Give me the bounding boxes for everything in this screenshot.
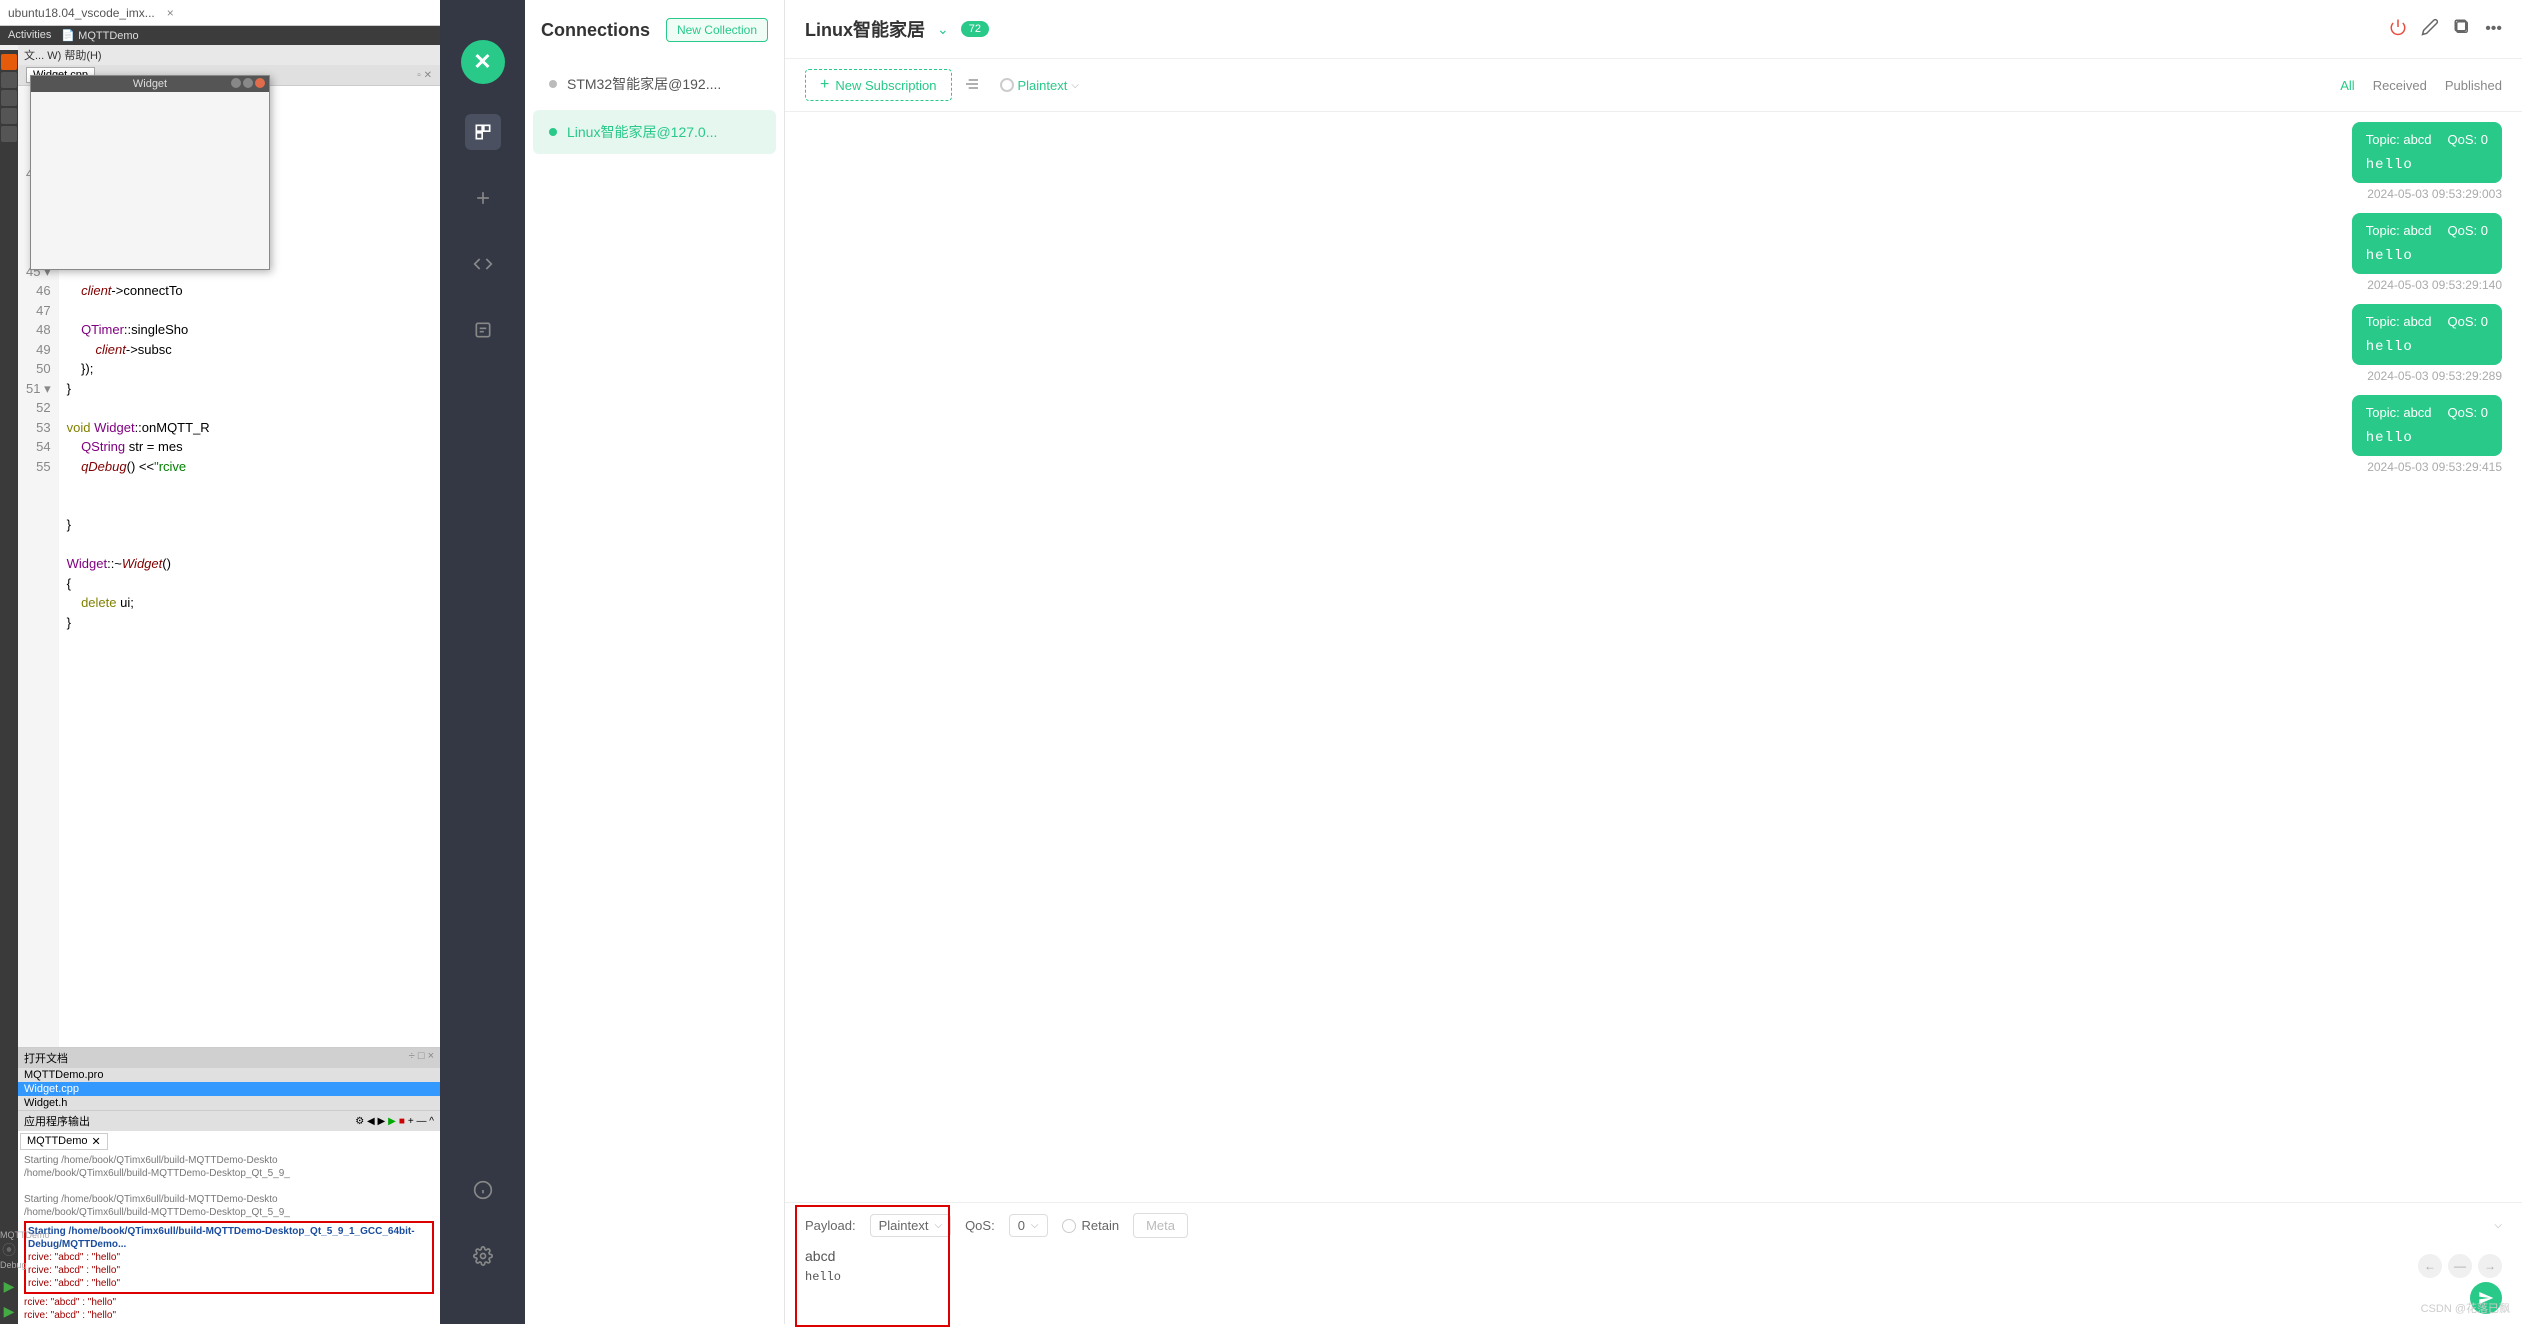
editor-controls[interactable]: ▫ ✕ xyxy=(417,70,432,81)
mqttx-logo-icon[interactable]: ✕ xyxy=(461,40,505,84)
tab-all[interactable]: All xyxy=(2340,78,2354,93)
edit-icon[interactable] xyxy=(2421,18,2439,41)
ubuntu-launcher xyxy=(0,50,18,1304)
launcher-icon[interactable] xyxy=(1,126,17,142)
status-dot-icon xyxy=(549,128,557,136)
chevron-down-icon: ⌵ xyxy=(1031,1220,1039,1231)
ubuntu-top-bar: Activities 📄 MQTTDemo xyxy=(0,26,440,45)
payload-input[interactable]: hello xyxy=(805,1270,2502,1284)
connections-icon[interactable] xyxy=(465,114,501,150)
connection-title: Linux智能家居 xyxy=(805,16,925,42)
browser-tab[interactable]: ubuntu18.04_vscode_imx... × xyxy=(0,0,440,26)
connections-header: Connections New Collection xyxy=(525,0,784,60)
meta-button[interactable]: Meta xyxy=(1133,1213,1188,1238)
message-item[interactable]: Topic: abcdQoS: 0 hello 2024-05-03 09:53… xyxy=(2352,304,2502,391)
topic-input[interactable]: abcd xyxy=(805,1248,2502,1264)
prev-icon[interactable]: ← xyxy=(2418,1254,2442,1278)
collapse-icon[interactable] xyxy=(964,76,980,95)
activities-label[interactable]: Activities xyxy=(8,29,51,42)
connection-item[interactable]: STM32智能家居@192.... xyxy=(533,62,776,106)
retain-checkbox[interactable]: Retain xyxy=(1062,1218,1120,1233)
open-docs-header[interactable]: 打开文档 ÷ □ × xyxy=(18,1048,440,1068)
close-icon[interactable]: ✕ xyxy=(92,1135,101,1148)
next-icon[interactable]: → xyxy=(2478,1254,2502,1278)
message-count-badge: 72 xyxy=(961,21,989,37)
message-item[interactable]: Topic: abcdQoS: 0 hello 2024-05-03 09:53… xyxy=(2352,122,2502,209)
open-documents: 打开文档 ÷ □ × MQTTDemo.proWidget.cppWidget.… xyxy=(18,1047,440,1110)
main-header: Linux智能家居 ⌄ 72 ••• xyxy=(785,0,2522,59)
firefox-icon[interactable] xyxy=(1,54,17,70)
watermark: CSDN @花落已飘 xyxy=(2421,1300,2510,1316)
info-icon[interactable] xyxy=(465,1172,501,1208)
list-item[interactable]: MQTTDemo.pro xyxy=(18,1068,440,1082)
publisher-panel: Payload: Plaintext ⌵ QoS: 0 ⌵ Retain Met… xyxy=(785,1202,2522,1324)
run-icon[interactable]: ▶ xyxy=(0,1278,18,1295)
settings-icon[interactable] xyxy=(465,1238,501,1274)
clear-icon[interactable]: — xyxy=(2448,1254,2472,1278)
close-icon[interactable] xyxy=(255,78,265,88)
minimize-icon[interactable] xyxy=(231,78,241,88)
tab-received[interactable]: Received xyxy=(2373,78,2427,93)
debug-sidebar: MQTTDemo ⦿ Debug ▶ ▶ xyxy=(0,1226,18,1324)
launcher-icon[interactable] xyxy=(1,108,17,124)
menu-bar[interactable]: 文... W) 帮助(H) xyxy=(18,45,440,65)
qos-select[interactable]: 0 ⌵ xyxy=(1009,1214,1048,1237)
circle-icon xyxy=(1000,78,1014,92)
output-text: Starting /home/book/QTimx6ull/build-MQTT… xyxy=(18,1152,440,1324)
chevron-down-icon: ⌵ xyxy=(934,1220,942,1231)
launcher-icon[interactable] xyxy=(1,90,17,106)
subscription-bar: + New Subscription Plaintext ⌵ All Recei… xyxy=(785,59,2522,112)
ide-panel: ubuntu18.04_vscode_imx... × Activities 📄… xyxy=(0,0,440,1324)
list-item[interactable]: Widget.h xyxy=(18,1096,440,1110)
launcher-icon[interactable] xyxy=(1,72,17,88)
power-icon[interactable] xyxy=(2389,18,2407,41)
output-header: 应用程序输出 ⚙ ◀ ▶ ▶ ■ + — ^ xyxy=(18,1111,440,1131)
chevron-down-icon[interactable]: ⌵ xyxy=(2494,1220,2502,1231)
output-panel: 应用程序输出 ⚙ ◀ ▶ ▶ ■ + — ^ MQTTDemo ✕ Starti… xyxy=(18,1110,440,1324)
payload-type-select[interactable]: Plaintext ⌵ xyxy=(870,1214,951,1237)
new-subscription-button[interactable]: + New Subscription xyxy=(805,69,952,101)
chevron-down-icon: ⌵ xyxy=(1071,80,1079,91)
qos-label: QoS: xyxy=(965,1218,995,1233)
new-collection-button[interactable]: New Collection xyxy=(666,18,768,42)
widget-window[interactable]: Widget xyxy=(30,75,270,270)
message-item[interactable]: Topic: abcdQoS: 0 hello 2024-05-03 09:53… xyxy=(2352,213,2502,300)
tab-title: ubuntu18.04_vscode_imx... xyxy=(8,6,155,20)
connection-item[interactable]: Linux智能家居@127.0... xyxy=(533,110,776,154)
plus-icon[interactable] xyxy=(465,180,501,216)
message-item[interactable]: Topic: abcdQoS: 0 hello 2024-05-03 09:53… xyxy=(2352,395,2502,482)
maximize-icon[interactable] xyxy=(243,78,253,88)
mqttx-sidebar: ✕ xyxy=(440,0,525,1324)
list-item[interactable]: Widget.cpp xyxy=(18,1082,440,1096)
debug-icon[interactable]: ▶ xyxy=(0,1303,18,1320)
more-icon[interactable]: ••• xyxy=(2485,20,2502,38)
window-icon[interactable] xyxy=(2453,18,2471,41)
close-icon[interactable]: × xyxy=(167,6,174,20)
output-tab[interactable]: MQTTDemo ✕ xyxy=(20,1133,108,1150)
payload-label: Payload: xyxy=(805,1218,856,1233)
log-icon[interactable] xyxy=(465,312,501,348)
output-controls[interactable]: ⚙ ◀ ▶ ▶ ■ + — ^ xyxy=(355,1116,434,1127)
filter-tabs: All Received Published xyxy=(2340,78,2502,93)
script-icon[interactable] xyxy=(465,246,501,282)
format-selector[interactable]: Plaintext ⌵ xyxy=(1000,78,1079,93)
main-panel: Linux智能家居 ⌄ 72 ••• + New Subscription Pl… xyxy=(785,0,2522,1324)
widget-titlebar[interactable]: Widget xyxy=(31,76,269,92)
connections-panel: Connections New Collection STM32智能家居@192… xyxy=(525,0,785,1324)
status-dot-icon xyxy=(549,80,557,88)
connections-title: Connections xyxy=(541,20,650,41)
messages-list[interactable]: Topic: abcdQoS: 0 hello 2024-05-03 09:53… xyxy=(785,112,2522,1202)
tab-published[interactable]: Published xyxy=(2445,78,2502,93)
chevron-down-icon[interactable]: ⌄ xyxy=(937,21,949,38)
